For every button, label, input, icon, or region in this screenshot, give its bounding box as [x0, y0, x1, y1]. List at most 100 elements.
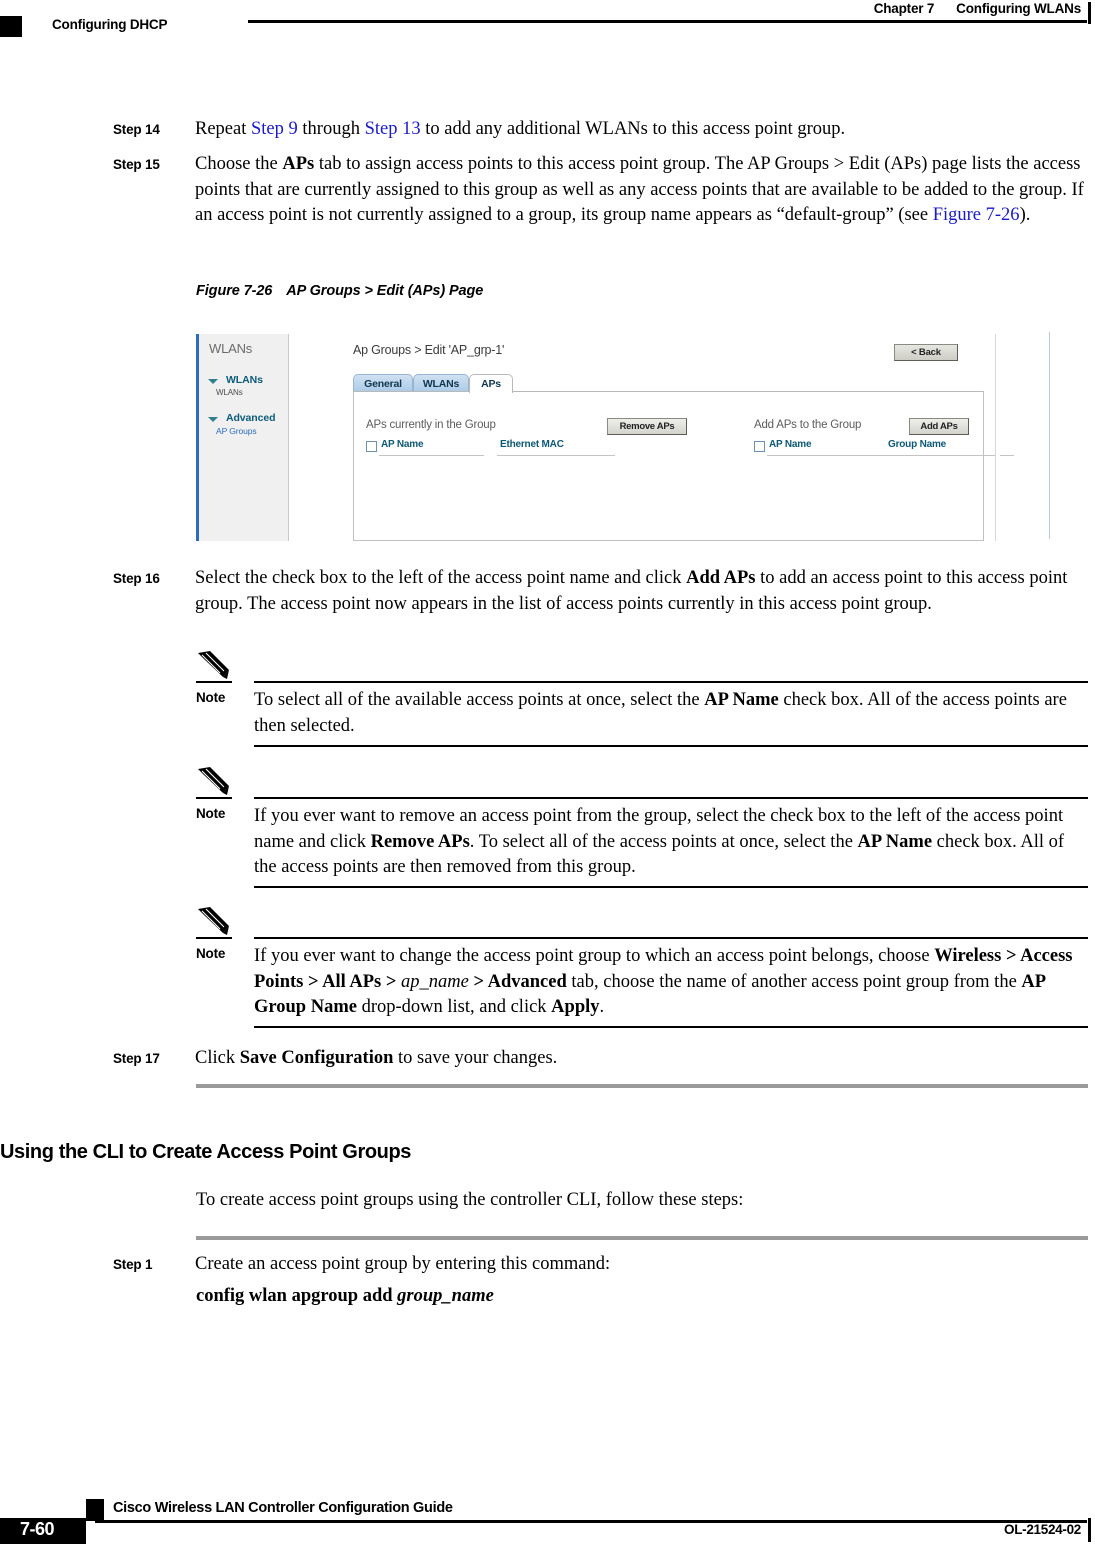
running-head-rule	[248, 20, 1087, 23]
select-all-checkbox[interactable]	[366, 441, 377, 452]
note-1-text: To select all of the available access po…	[254, 688, 1088, 739]
note-label: Note	[196, 690, 226, 705]
cli-command-bold: config wlan apgroup add	[196, 1286, 398, 1306]
aps-in-group-header-row: AP Name Ethernet MAC	[366, 439, 626, 456]
chevron-down-icon	[208, 379, 218, 384]
pencil-icon	[198, 651, 229, 679]
ui-sidebar: WLANs WLANs WLANs Advanced AP Groups	[199, 334, 289, 541]
cli-command-italic: group_name	[397, 1286, 494, 1306]
sidebar-group-advanced-heading: Advanced	[226, 412, 276, 424]
step-14-xref-step9[interactable]: Step 9	[251, 119, 298, 139]
note-rule-right	[254, 797, 1088, 799]
column-divider	[767, 455, 1014, 456]
step-16-b-add-aps: Add APs	[686, 568, 756, 588]
figure-caption-number: Figure 7-26	[196, 283, 273, 299]
running-head-right: Chapter 7 Configuring WLANs	[874, 1, 1081, 16]
step-15-xref-figure[interactable]: Figure 7-26	[933, 205, 1020, 225]
figure-caption: Figure 7-26 AP Groups > Edit (APs) Page	[196, 283, 483, 299]
column-header-ethernet-mac: Ethernet MAC	[500, 439, 564, 450]
column-divider	[497, 455, 615, 456]
note-rule-right	[254, 937, 1088, 939]
scrollbar-track[interactable]	[995, 334, 1000, 541]
note-3-t4: .	[599, 997, 605, 1017]
step-14-t2: through	[297, 119, 365, 139]
tab-aps[interactable]: APs	[469, 374, 513, 393]
step-14-xref-step13[interactable]: Step 13	[365, 119, 421, 139]
add-aps-button[interactable]: Add APs	[909, 418, 969, 435]
add-aps-header-row: AP Name Group Name	[754, 439, 1016, 456]
note-3-t3: drop-down list, and click	[356, 997, 552, 1017]
column-divider	[379, 455, 484, 456]
note-2-text: If you ever want to remove an access poi…	[254, 804, 1088, 881]
note-rule-left	[196, 797, 232, 799]
sidebar-item-ap-groups[interactable]: AP Groups	[216, 426, 257, 436]
note-3-t2: tab, choose the name of another access p…	[566, 971, 1022, 992]
page-footer: Cisco Wireless LAN Controller Configurat…	[0, 1470, 1095, 1548]
step-17: Step 17 Click Save Configuration to save…	[113, 1046, 1088, 1072]
step-14-label: Step 14	[113, 122, 160, 137]
sidebar-title: WLANs	[209, 341, 253, 356]
running-head-square-marker	[0, 16, 22, 37]
step-16-label: Step 16	[113, 571, 160, 586]
running-head-chapter: Chapter 7	[873, 1, 935, 16]
back-button[interactable]: < Back	[894, 344, 958, 361]
note-3-text: If you ever want to change the access po…	[254, 944, 1088, 1021]
footer-rule	[95, 1520, 1087, 1523]
running-head-chapter-title: Configuring WLANs	[956, 1, 1081, 16]
footer-tick	[1088, 1518, 1091, 1542]
step-17-label: Step 17	[113, 1051, 160, 1066]
column-header-ap-name: AP Name	[381, 439, 424, 450]
cli-command: config wlan apgroup add group_name	[196, 1286, 494, 1307]
cli-step-1-text: Create an access point group by entering…	[195, 1254, 611, 1274]
remove-aps-button[interactable]: Remove APs	[607, 418, 687, 435]
footer-page-number: 7-60	[20, 1519, 55, 1539]
note-2-b-ap-name: AP Name	[857, 831, 933, 852]
step-14-t3: to add any additional WLANs to this acce…	[420, 119, 846, 139]
cli-step-1: Step 1 Create an access point group by e…	[113, 1252, 1088, 1278]
step-17-text: Click Save Configuration to save your ch…	[195, 1046, 1088, 1072]
pencil-icon	[198, 907, 229, 935]
note-1-t1: To select all of the available access po…	[254, 690, 705, 710]
note-2-bottom-rule	[254, 886, 1088, 888]
note-1-b-ap-name: AP Name	[704, 690, 779, 710]
running-head-tick	[1088, 2, 1091, 24]
footer-square-marker	[86, 1499, 104, 1521]
note-rule-left	[196, 937, 232, 939]
cli-step-1-label: Step 1	[113, 1257, 153, 1272]
select-all-checkbox[interactable]	[754, 441, 765, 452]
note-2-t2: . To select all of the access points at …	[469, 831, 858, 852]
column-header-ap-name: AP Name	[769, 439, 812, 450]
step-14: Step 14 Repeat Step 9 through Step 13 to…	[113, 117, 1088, 143]
step-15: Step 15 Choose the APs tab to assign acc…	[113, 152, 1088, 229]
sidebar-item-wlans[interactable]: WLANs	[216, 388, 243, 397]
section-heading: Using the CLI to Create Access Point Gro…	[0, 1141, 412, 1163]
note-3-t1: If you ever want to change the access po…	[254, 946, 935, 966]
column-header-group-name: Group Name	[888, 439, 947, 450]
note-1-bottom-rule	[254, 745, 1088, 747]
running-head-section-title: Configuring DHCP	[52, 17, 168, 32]
step-15-label: Step 15	[113, 157, 160, 172]
step-16: Step 16 Select the check box to the left…	[113, 566, 1088, 617]
note-3-bottom-rule	[254, 1026, 1088, 1028]
ui-main-area: Ap Groups > Edit 'AP_grp-1' < Back Gener…	[289, 334, 1014, 541]
step-17-t1: Click	[195, 1048, 240, 1068]
chevron-down-icon	[208, 417, 218, 422]
step-15-t3: ).	[1019, 205, 1031, 225]
step-16-t1: Select the check box to the left of the …	[195, 568, 687, 588]
aps-panel: APs currently in the Group Remove APs AP…	[353, 391, 1014, 541]
aps-in-group-title: APs currently in the Group	[366, 419, 496, 431]
figure-screenshot: WLANs WLANs WLANs Advanced AP Groups Ap …	[196, 330, 1066, 543]
figure-caption-title: AP Groups > Edit (APs) Page	[286, 283, 484, 299]
footer-doc-id: OL-21524-02	[1004, 1522, 1081, 1537]
add-aps-title: Add APs to the Group	[754, 419, 862, 431]
step-16-text: Select the check box to the left of the …	[195, 566, 1088, 617]
footer-guide-title: Cisco Wireless LAN Controller Configurat…	[113, 1500, 453, 1516]
note-label: Note	[196, 946, 226, 961]
step-15-b-aps: APs	[282, 154, 315, 174]
step-15-text: Choose the APs tab to assign access poin…	[195, 152, 1088, 229]
pencil-icon	[198, 767, 229, 795]
step-14-text: Repeat Step 9 through Step 13 to add any…	[195, 117, 1088, 143]
figure-divider	[1049, 332, 1050, 539]
note-label: Note	[196, 806, 226, 821]
note-2-b-remove-aps: Remove APs	[370, 831, 470, 852]
